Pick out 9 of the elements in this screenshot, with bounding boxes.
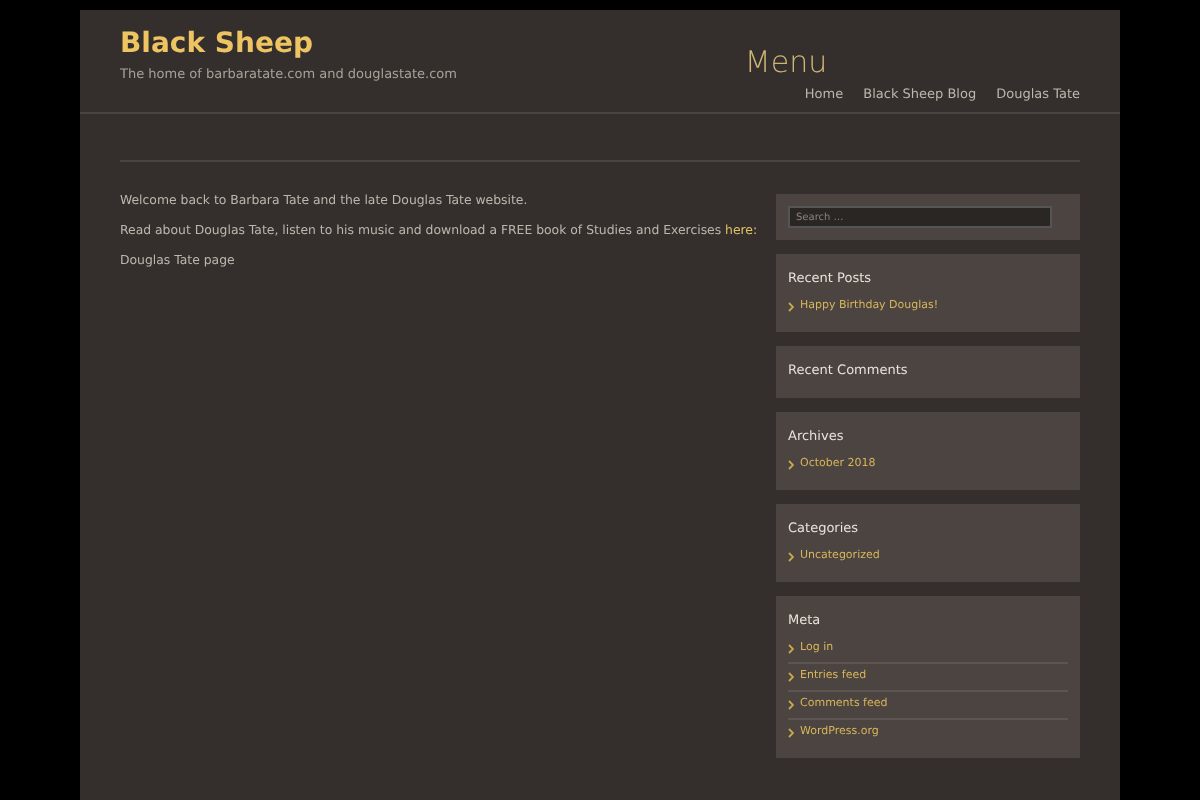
chevron-icon xyxy=(788,728,794,738)
site-title[interactable]: Black Sheep xyxy=(120,28,457,60)
menu-title: Menu xyxy=(744,46,828,79)
chevron-icon xyxy=(788,460,794,470)
chevron-icon xyxy=(788,302,794,312)
chevron-icon xyxy=(788,644,794,654)
chevron-icon xyxy=(788,552,794,562)
chevron-icon xyxy=(788,700,794,710)
chevron-icon xyxy=(788,672,794,682)
